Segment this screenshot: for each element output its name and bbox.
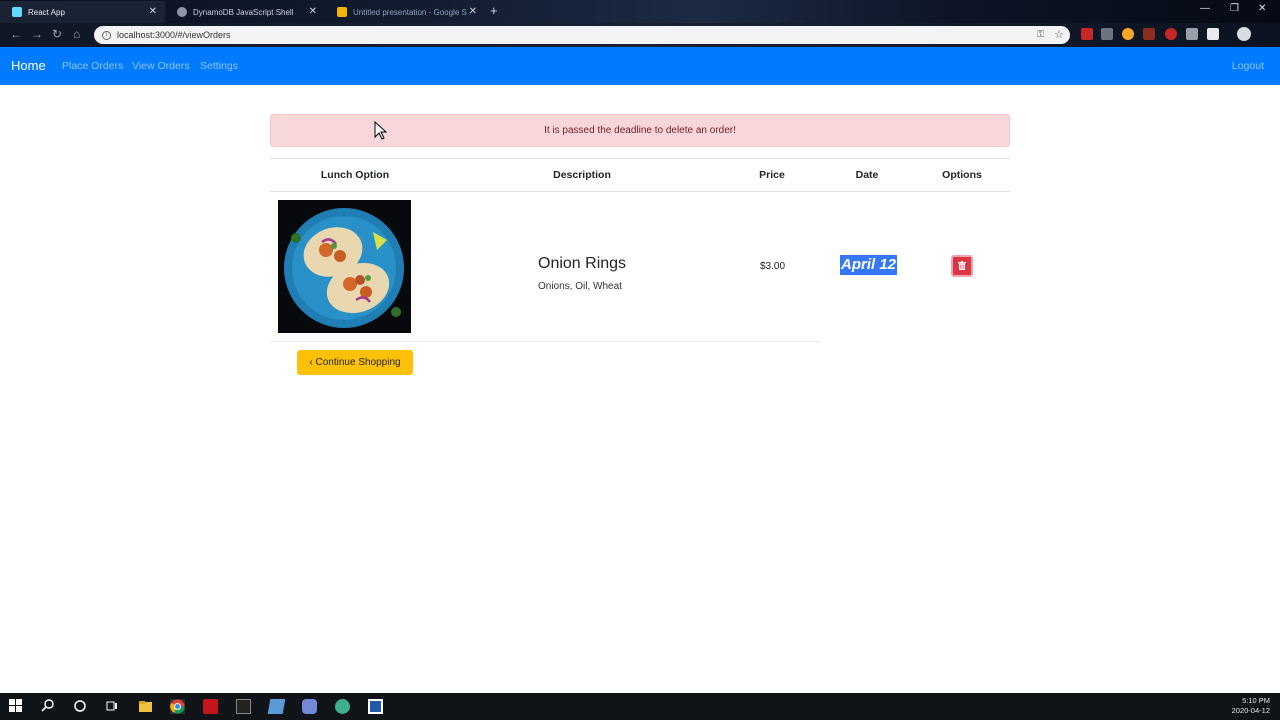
taco-plate-image [278, 200, 411, 333]
slides-favicon-icon [337, 7, 347, 17]
item-ingredients: Onions, Oil, Wheat [538, 281, 622, 292]
profile-avatar-icon[interactable] [1237, 27, 1251, 41]
windows-start-icon[interactable] [9, 699, 24, 714]
globe-favicon-icon [177, 7, 187, 17]
extension-icon[interactable] [1207, 28, 1219, 40]
windows-taskbar: 5:10 PM 2020-04-12 [0, 693, 1280, 720]
reload-icon[interactable]: ↻ [52, 27, 62, 41]
nav-link-place-orders[interactable]: Place Orders [62, 60, 123, 72]
close-tab-icon[interactable]: ✕ [469, 6, 477, 17]
continue-shopping-label: ‹ Continue Shopping [309, 357, 401, 368]
extension-icon[interactable] [1122, 28, 1134, 40]
delete-order-button[interactable] [951, 255, 973, 277]
extension-icon[interactable] [1143, 28, 1155, 40]
item-name: Onion Rings [538, 255, 627, 272]
clock-time: 5:10 PM [1242, 696, 1270, 705]
tab-title: DynamoDB JavaScript Shell [193, 7, 294, 17]
new-tab-icon[interactable]: + [490, 3, 498, 18]
close-tab-icon[interactable]: ✕ [309, 6, 317, 17]
header-price: Price [759, 169, 785, 181]
tab-react-app[interactable]: React App ✕ [0, 1, 165, 23]
row-divider [270, 341, 820, 342]
alert-message: It is passed the deadline to delete an o… [544, 125, 736, 136]
notepad-icon[interactable] [267, 699, 286, 714]
task-view-icon[interactable] [105, 699, 120, 714]
trash-icon [958, 257, 966, 275]
file-explorer-icon[interactable] [138, 699, 153, 714]
acrobat-icon[interactable] [203, 699, 218, 714]
header-date: Date [855, 169, 879, 181]
terminal-icon[interactable] [236, 699, 251, 714]
header-lunch-option: Lunch Option [320, 169, 390, 181]
nav-link-view-orders[interactable]: View Orders [132, 60, 190, 72]
bookmark-star-icon[interactable]: ☆ [1054, 28, 1064, 41]
app-window-icon[interactable] [368, 699, 383, 714]
nav-link-logout[interactable]: Logout [1232, 60, 1264, 72]
forward-icon[interactable]: → [31, 27, 43, 41]
discord-icon[interactable] [302, 699, 317, 714]
item-price: $3.00 [760, 261, 786, 272]
extension-icon[interactable] [1101, 28, 1113, 40]
browser-tabstrip: React App ✕ DynamoDB JavaScript Shell ✕ … [0, 0, 1280, 23]
address-bar[interactable]: i localhost:3000/#/viewOrders ⚿ ☆ [94, 26, 1070, 44]
search-icon[interactable] [41, 699, 56, 714]
window-close-icon[interactable]: ✕ [1258, 3, 1266, 14]
system-clock[interactable]: 5:10 PM 2020-04-12 [1232, 696, 1270, 716]
react-favicon-icon [12, 7, 22, 17]
continue-shopping-button[interactable]: ‹ Continue Shopping [297, 350, 413, 375]
header-options: Options [942, 169, 982, 181]
key-icon[interactable]: ⚿ [1037, 29, 1044, 40]
chrome-icon[interactable] [170, 699, 185, 714]
tab-title: Untitled presentation - Google S [353, 7, 467, 17]
tab-dynamodb-shell[interactable]: DynamoDB JavaScript Shell ✕ [165, 1, 325, 23]
nav-link-settings[interactable]: Settings [200, 60, 238, 72]
globe-app-icon[interactable] [335, 699, 350, 714]
table-top-border [270, 158, 1010, 159]
tab-google-slides[interactable]: Untitled presentation - Google S ✕ [325, 1, 485, 23]
close-tab-icon[interactable]: ✕ [149, 6, 157, 17]
extension-icon[interactable] [1081, 28, 1093, 40]
nav-brand-home[interactable]: Home [11, 58, 46, 73]
clock-date: 2020-04-12 [1231, 706, 1270, 715]
cortana-icon[interactable] [73, 699, 88, 714]
header-description: Description [553, 169, 611, 181]
restore-icon[interactable]: ❐ [1230, 3, 1239, 14]
back-icon[interactable]: ← [10, 27, 22, 41]
extension-icon[interactable] [1186, 28, 1198, 40]
minimize-icon[interactable]: — [1200, 3, 1210, 14]
tab-title: React App [28, 7, 65, 17]
extension-icon[interactable] [1165, 28, 1177, 40]
url-text: localhost:3000/#/viewOrders [117, 30, 231, 40]
order-date: April 12 [840, 255, 898, 275]
site-info-icon[interactable]: i [102, 30, 111, 40]
app-navbar: Home Place Orders View Orders Settings L… [0, 47, 1280, 85]
home-icon[interactable]: ⌂ [73, 27, 80, 41]
table-header-border [270, 191, 1010, 192]
